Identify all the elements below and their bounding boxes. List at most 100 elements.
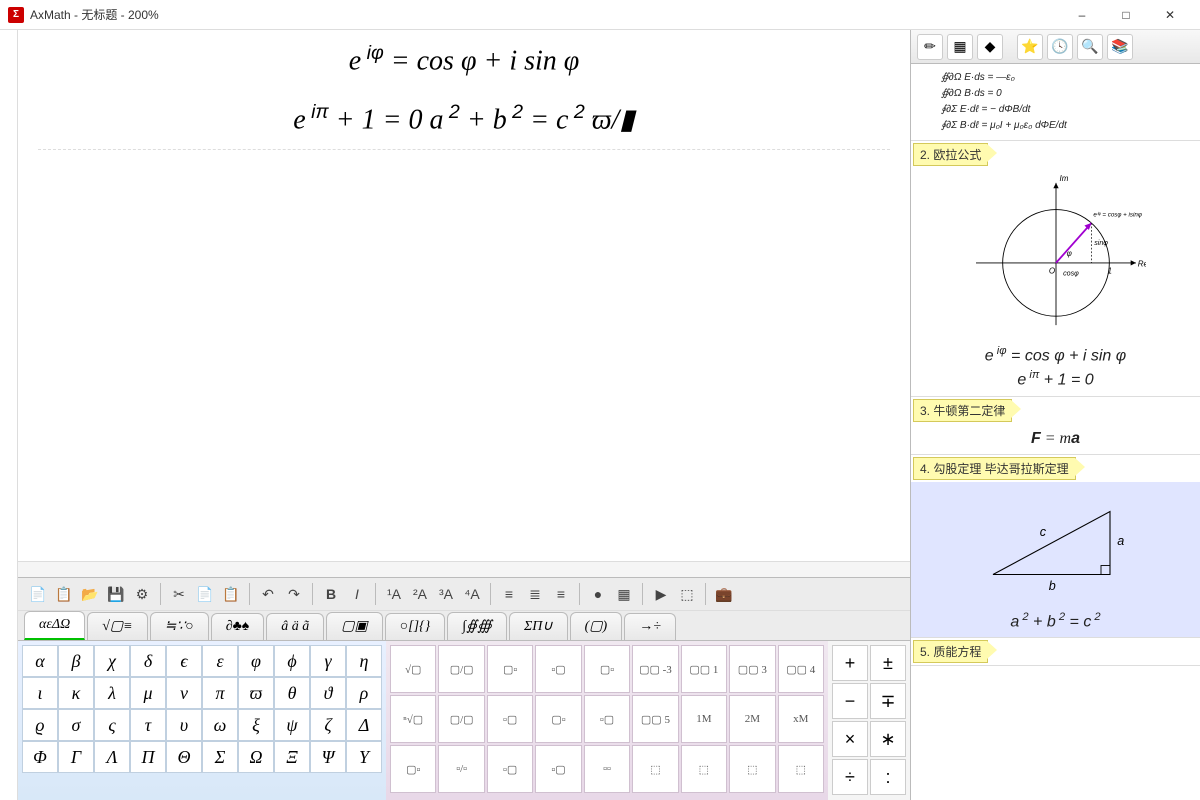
history-icon[interactable]: 🕓 <box>1047 34 1073 60</box>
redo-icon[interactable]: ↷ <box>282 582 306 606</box>
greek-ϱ[interactable]: ϱ <box>22 709 58 741</box>
template-cell-20[interactable]: ▫▢ <box>487 745 533 793</box>
palette-tab-0[interactable]: αεΔΩ <box>24 611 85 640</box>
toolbar-icon[interactable]: ³A <box>434 582 458 606</box>
greek-Λ[interactable]: Λ <box>94 741 130 773</box>
diamond-icon[interactable]: ◆ <box>977 34 1003 60</box>
greek-ξ[interactable]: ξ <box>238 709 274 741</box>
panel-content[interactable]: ∯∂Ω E·ds = —ε₀∯∂Ω B·ds = 0∮∂Σ E·dℓ = − d… <box>911 64 1200 800</box>
template-cell-0[interactable]: √▢ <box>390 645 436 693</box>
template-cell-7[interactable]: ▢▢ 3 <box>729 645 775 693</box>
operator-±[interactable]: ± <box>870 645 906 681</box>
pythagoras-body[interactable]: a b c a 2 + b 2 = c 2 <box>911 482 1200 637</box>
template-cell-26[interactable]: ⬚ <box>778 745 824 793</box>
greek-α[interactable]: α <box>22 645 58 677</box>
toolbar-icon[interactable]: ²A <box>408 582 432 606</box>
greek-ψ[interactable]: ψ <box>274 709 310 741</box>
search-icon[interactable]: 🔍 <box>1077 34 1103 60</box>
operator-×[interactable]: × <box>832 721 868 757</box>
template-cell-10[interactable]: ▢/▢ <box>438 695 484 743</box>
greek-ϕ[interactable]: ϕ <box>274 645 310 677</box>
edit-icon[interactable]: ✏ <box>917 34 943 60</box>
library-icon[interactable]: 📚 <box>1107 34 1133 60</box>
greek-π[interactable]: π <box>202 677 238 709</box>
operator-∓[interactable]: ∓ <box>870 683 906 719</box>
palette-tab-3[interactable]: ∂♣♠ <box>211 613 265 640</box>
greek-ε[interactable]: ε <box>202 645 238 677</box>
template-cell-16[interactable]: 2M <box>729 695 775 743</box>
palette-tab-7[interactable]: ∫∯∰ <box>447 612 507 640</box>
greek-Υ[interactable]: Υ <box>346 741 382 773</box>
cut-icon[interactable]: ✂ <box>167 582 191 606</box>
paste-icon[interactable]: 📋 <box>219 582 243 606</box>
italic-icon[interactable]: I <box>345 582 369 606</box>
greek-ς[interactable]: ς <box>94 709 130 741</box>
greek-Π[interactable]: Π <box>130 741 166 773</box>
greek-μ[interactable]: μ <box>130 677 166 709</box>
section-header-pythagoras[interactable]: 4. 勾股定理 毕达哥拉斯定理 <box>913 457 1076 480</box>
toolbar-icon[interactable]: ¹A <box>382 582 406 606</box>
palette-tab-9[interactable]: (▢) <box>570 612 623 640</box>
paste-icon[interactable]: 📋 <box>52 582 76 606</box>
greek-ρ[interactable]: ρ <box>346 677 382 709</box>
palette-tab-10[interactable]: →÷ <box>624 613 676 640</box>
template-cell-18[interactable]: ▢▫ <box>390 745 436 793</box>
greek-γ[interactable]: γ <box>310 645 346 677</box>
template-cell-14[interactable]: ▢▢ 5 <box>632 695 678 743</box>
align-left-icon[interactable]: ≡ <box>497 582 521 606</box>
star-icon[interactable]: ⭐ <box>1017 34 1043 60</box>
palette-tab-2[interactable]: ≒∵○ <box>150 612 209 640</box>
new-icon[interactable]: 📄 <box>26 582 50 606</box>
palette-tab-6[interactable]: ○[]{} <box>385 613 446 640</box>
greek-Δ[interactable]: Δ <box>346 709 382 741</box>
template-cell-17[interactable]: xM <box>778 695 824 743</box>
play-icon[interactable]: ▶ <box>649 582 673 606</box>
save-icon[interactable]: 💾 <box>104 582 128 606</box>
template-cell-23[interactable]: ⬚ <box>632 745 678 793</box>
template-cell-22[interactable]: ▫▫ <box>584 745 630 793</box>
section-header-euler[interactable]: 2. 欧拉公式 <box>913 143 988 166</box>
greek-φ[interactable]: φ <box>238 645 274 677</box>
section-header-massenergy[interactable]: 5. 质能方程 <box>913 640 988 663</box>
template-cell-13[interactable]: ▫▢ <box>584 695 630 743</box>
greek-Ω[interactable]: Ω <box>238 741 274 773</box>
template-cell-3[interactable]: ▫▢ <box>535 645 581 693</box>
greek-Ψ[interactable]: Ψ <box>310 741 346 773</box>
equation-line-1[interactable]: e iφ = cos φ + i sin φ <box>18 30 910 89</box>
palette-tab-1[interactable]: √▢≡ <box>87 612 147 640</box>
greek-Θ[interactable]: Θ <box>166 741 202 773</box>
align-center-icon[interactable]: ≣ <box>523 582 547 606</box>
greek-β[interactable]: β <box>58 645 94 677</box>
greek-υ[interactable]: υ <box>166 709 202 741</box>
greek-ϑ[interactable]: ϑ <box>310 677 346 709</box>
equation-editor[interactable]: e iφ = cos φ + i sin φ e iπ + 1 = 0 a 2 … <box>18 30 910 561</box>
close-button[interactable]: ✕ <box>1148 0 1192 30</box>
template-cell-5[interactable]: ▢▢ -3 <box>632 645 678 693</box>
greek-η[interactable]: η <box>346 645 382 677</box>
undo-icon[interactable]: ↶ <box>256 582 280 606</box>
greek-χ[interactable]: χ <box>94 645 130 677</box>
template-cell-12[interactable]: ▢▫ <box>535 695 581 743</box>
template-cell-19[interactable]: ▫/▫ <box>438 745 484 793</box>
template-cell-24[interactable]: ⬚ <box>681 745 727 793</box>
maximize-button[interactable]: □ <box>1104 0 1148 30</box>
greek-Γ[interactable]: Γ <box>58 741 94 773</box>
greek-ι[interactable]: ι <box>22 677 58 709</box>
greek-ζ[interactable]: ζ <box>310 709 346 741</box>
greek-ϖ[interactable]: ϖ <box>238 677 274 709</box>
template-cell-9[interactable]: ⁿ√▢ <box>390 695 436 743</box>
grid-icon[interactable]: ▦ <box>612 582 636 606</box>
template-cell-21[interactable]: ▫▢ <box>535 745 581 793</box>
equation-line-2[interactable]: e iπ + 1 = 0 a 2 + b 2 = c 2 ϖ/▮ <box>18 89 910 148</box>
section-header-newton[interactable]: 3. 牛顿第二定律 <box>913 399 1012 422</box>
grid-icon[interactable]: ▦ <box>947 34 973 60</box>
template-cell-2[interactable]: ▢▫ <box>487 645 533 693</box>
operator-∗[interactable]: ∗ <box>870 721 906 757</box>
greek-τ[interactable]: τ <box>130 709 166 741</box>
horizontal-scrollbar[interactable] <box>18 561 910 577</box>
greek-ω[interactable]: ω <box>202 709 238 741</box>
greek-κ[interactable]: κ <box>58 677 94 709</box>
greek-ν[interactable]: ν <box>166 677 202 709</box>
greek-Φ[interactable]: Φ <box>22 741 58 773</box>
template-cell-11[interactable]: ▫▢ <box>487 695 533 743</box>
